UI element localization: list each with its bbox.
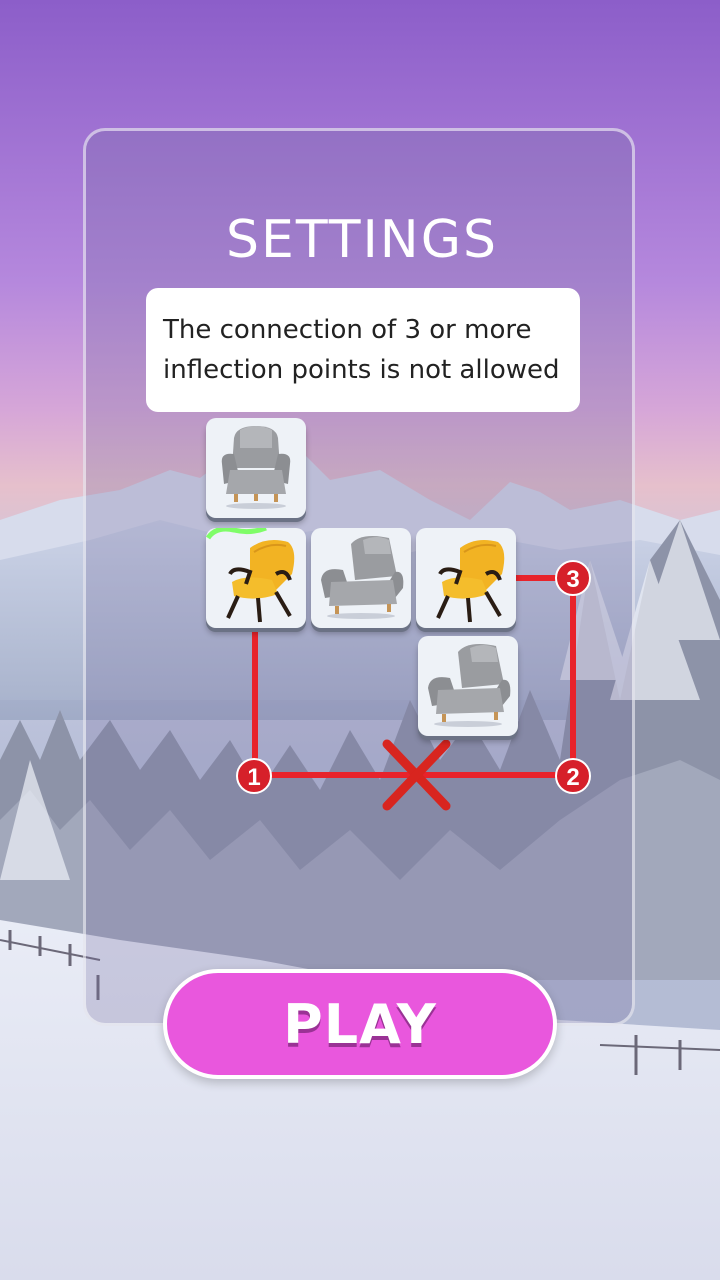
play-button[interactable]: PLAY <box>163 969 557 1079</box>
yellow-armchair-icon <box>436 540 505 623</box>
selection-glow <box>206 528 267 540</box>
tile-yellow-armchair <box>416 528 516 628</box>
settings-title: SETTINGS <box>225 210 498 270</box>
tile-grey-armchair <box>206 418 306 518</box>
tile-grey-armchair <box>311 528 411 628</box>
rule-tip-text: The connection of 3 or more inflection p… <box>146 288 580 412</box>
grey-armchair-icon <box>221 426 291 509</box>
grey-armchair-icon <box>428 644 511 727</box>
grey-armchair-icon <box>321 536 404 619</box>
tile-yellow-armchair-selected <box>206 528 306 628</box>
play-button-label: PLAY <box>283 992 437 1056</box>
tile-grey-armchair <box>418 636 518 736</box>
yellow-armchair-icon <box>206 528 295 623</box>
